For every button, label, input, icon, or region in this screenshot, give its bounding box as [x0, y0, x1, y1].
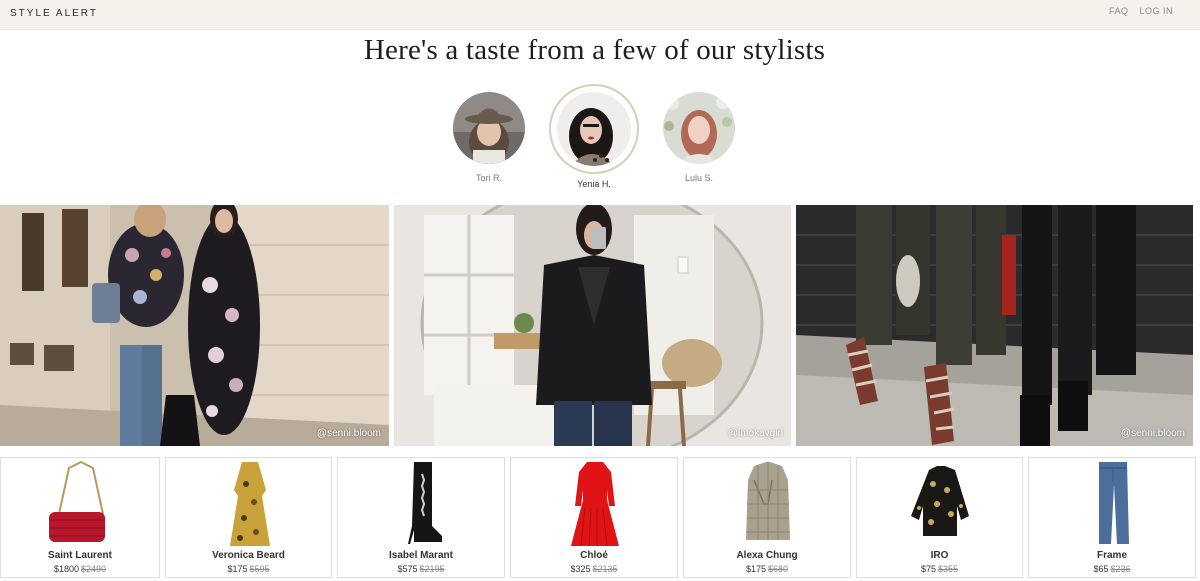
- product-card-iro[interactable]: IRO $75 $355: [856, 457, 1023, 578]
- stylist-lulu[interactable]: Lulu S.: [649, 84, 749, 183]
- stylist-name: Yenia H.: [577, 179, 611, 189]
- original-price: $2135: [592, 564, 618, 574]
- product-price: $1800 $2490: [1, 564, 159, 574]
- sale-price: $575: [397, 564, 418, 574]
- stylist-avatar-tori: [453, 92, 525, 164]
- original-price: $2490: [81, 564, 107, 574]
- faq-link[interactable]: FAQ: [1109, 6, 1129, 16]
- stylist-avatar-lulu: [663, 92, 735, 164]
- sale-price: $175: [227, 564, 248, 574]
- product-card-isabel-marant[interactable]: Isabel Marant $575 $2195: [337, 457, 505, 578]
- outfit-photo-3[interactable]: @senni.bloom: [796, 205, 1193, 446]
- stylist-avatar-yenia: [557, 92, 631, 166]
- logo[interactable]: STYLE ALERT: [10, 8, 98, 19]
- original-price: $595: [249, 564, 270, 574]
- stylist-avatar-ring: [549, 84, 639, 174]
- product-brand: Chloé: [580, 550, 608, 561]
- original-price: $2195: [419, 564, 445, 574]
- sale-price: $1800: [53, 564, 79, 574]
- blue-jeans-icon: [1099, 462, 1129, 544]
- original-price: $680: [768, 564, 789, 574]
- product-card-veronica-beard[interactable]: Veronica Beard $175 $595: [165, 457, 332, 578]
- product-card-saint-laurent[interactable]: Saint Laurent $1800 $2490: [0, 457, 160, 578]
- stylist-name: Lulu S.: [684, 173, 714, 183]
- product-price: $175 $595: [166, 564, 331, 574]
- stylist-tori[interactable]: Tori R.: [439, 84, 539, 183]
- product-brand: IRO: [930, 550, 949, 561]
- product-brand: Saint Laurent: [48, 550, 112, 561]
- stylist-yenia[interactable]: Yenia H.: [544, 84, 644, 189]
- product-brand: Alexa Chung: [736, 550, 798, 561]
- product-card-frame[interactable]: Frame $65 $236: [1028, 457, 1196, 578]
- photo-credit[interactable]: @senni.bloom: [1121, 428, 1185, 439]
- top-nav: FAQ LOG IN: [1109, 6, 1173, 16]
- product-brand: Frame: [1096, 550, 1127, 561]
- floral-print-dress-icon: [230, 462, 270, 546]
- product-price: $575 $2195: [338, 564, 504, 574]
- sale-price: $65: [1093, 564, 1109, 574]
- page-title: Here's a taste from a few of our stylist…: [363, 34, 826, 66]
- sale-price: $175: [745, 564, 766, 574]
- photo-credit[interactable]: @imokaygirl: [728, 428, 783, 439]
- outfit-photo-2[interactable]: @imokaygirl: [394, 205, 791, 446]
- black-embellished-boot-icon: [408, 462, 442, 544]
- stylist-photo-gallery: @senni.bloom @imokaygirl @senni.bloom: [0, 205, 1200, 446]
- product-brand: Isabel Marant: [389, 550, 453, 561]
- original-price: $355: [938, 564, 959, 574]
- outfit-photo-image: [394, 205, 791, 446]
- login-link[interactable]: LOG IN: [1139, 6, 1173, 16]
- check-blazer-icon: [746, 462, 790, 540]
- top-bar: STYLE ALERT FAQ LOG IN: [0, 0, 1200, 30]
- outfit-photo-image: [796, 205, 1193, 446]
- stylist-name: Tori R.: [475, 173, 502, 183]
- product-price: $325 $2135: [511, 564, 677, 574]
- outfit-photo-1[interactable]: @senni.bloom: [0, 205, 389, 446]
- product-brand: Veronica Beard: [212, 550, 285, 561]
- sale-price: $325: [570, 564, 591, 574]
- product-price: $65 $236: [1029, 564, 1195, 574]
- black-gold-print-blouse-icon: [911, 466, 969, 536]
- product-card-alexa-chung[interactable]: Alexa Chung $175 $680: [683, 457, 851, 578]
- sale-price: $75: [920, 564, 936, 574]
- photo-credit[interactable]: @senni.bloom: [317, 428, 381, 439]
- product-price: $175 $680: [684, 564, 850, 574]
- original-price: $236: [1110, 564, 1131, 574]
- red-pleated-dress-icon: [571, 462, 619, 546]
- product-card-chloe[interactable]: Chloé $325 $2135: [510, 457, 678, 578]
- product-price: $75 $355: [857, 564, 1022, 574]
- outfit-photo-image: [0, 205, 389, 446]
- product-list: Saint Laurent $1800 $2490 Veronica Beard …: [0, 457, 1200, 579]
- red-croc-shoulder-bag-icon: [49, 460, 105, 542]
